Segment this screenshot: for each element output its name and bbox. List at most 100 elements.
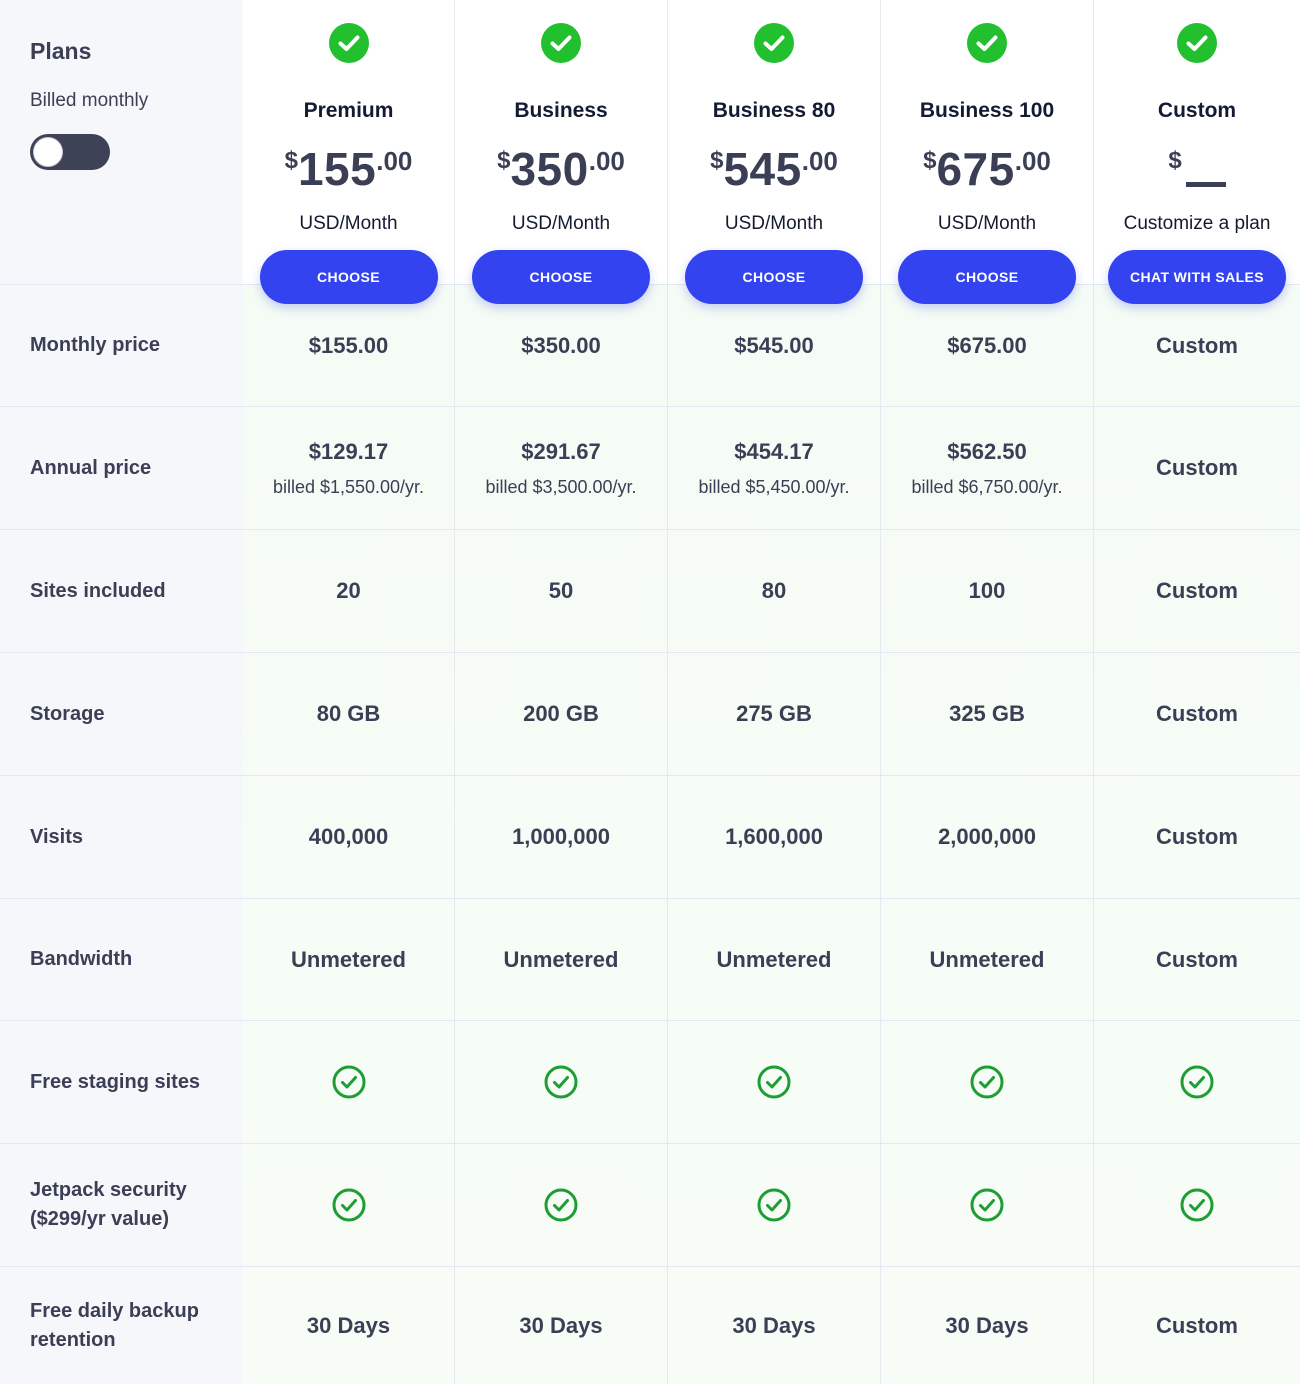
plan-name: Business [514,99,608,122]
cell-value: Unmetered [929,946,1045,972]
plan-header: Custom $ Customize a plan CHAT WITH SALES [1094,0,1300,304]
table-cell: 2,000,000 [881,776,1093,898]
cell-value: 80 [761,578,787,603]
price-currency: $ [710,147,724,174]
price-currency: $ [497,147,511,174]
cell-value: Custom [1156,332,1238,358]
price-currency: $ [923,147,937,174]
table-cell: Custom [1094,653,1300,775]
table-cell: Unmetered [668,899,880,1020]
check-circle-outline-icon [1180,1065,1214,1099]
table-cell [243,1021,454,1143]
price-amount: 155 [297,143,377,195]
cell-value: $291.67 [521,438,601,464]
cell-value: $562.50 [947,438,1027,464]
cell-subvalue: billed $5,450.00/yr. [698,476,850,497]
plan-price: $ [1094,142,1300,187]
table-cell: $350.00 [455,285,667,406]
cell-subvalue: billed $3,500.00/yr. [485,476,637,497]
table-cell: 30 Days [243,1267,454,1384]
check-circle-outline-icon [970,1188,1004,1222]
table-cell: Custom [1094,899,1300,1020]
cell-value: $129.17 [308,438,389,464]
row-label: Sites included [30,579,166,602]
price-decimals: .00 [1014,146,1051,176]
check-circle-outline-icon [1180,1188,1214,1222]
plan-header: Premium $155.00 USD/Month CHOOSE [243,0,454,304]
plan-price: $155.00 [243,142,454,196]
row-label: Annual price [30,456,152,479]
check-circle-outline-icon [544,1188,578,1222]
check-circle-icon [541,23,581,63]
plan-price: $545.00 [668,142,880,196]
table-cell: 400,000 [243,776,454,898]
row-label: Visits [30,825,83,848]
table-cell [243,1144,454,1266]
plan-name: Premium [303,99,394,122]
table-cell: 275 GB [668,653,880,775]
billing-toggle[interactable] [30,134,110,170]
cell-value: Unmetered [503,946,619,972]
check-circle-outline-icon [544,1065,578,1099]
cell-value: Custom [1156,1312,1238,1338]
check-circle-outline-icon [757,1065,791,1099]
cell-value: 400,000 [308,824,389,849]
cell-value: 30 Days [519,1312,603,1338]
table-cell [668,1021,880,1143]
table-cell: Custom [1094,1267,1300,1384]
cell-value: Custom [1156,701,1238,726]
table-cell: 50 [455,530,667,652]
row-label: Monthly price [30,334,161,356]
row-label: Storage [30,702,105,725]
pricing-table: Plans Billed monthly Premium $155.00 USD/M… [0,0,1300,1384]
table-cell: $562.50 billed $6,750.00/yr. [881,407,1093,529]
price-currency: $ [1168,147,1182,174]
table-cell: Custom [1094,407,1300,529]
price-amount: 545 [723,143,802,195]
cell-value: 20 [336,578,361,603]
billing-period-label: Billed monthly [30,90,149,111]
price-decimals: .00 [588,146,625,176]
plan-name: Business 80 [712,99,836,122]
table-cell [881,1144,1093,1266]
cell-value: $350.00 [521,332,601,358]
table-cell: 80 [668,530,880,652]
table-cell: $129.17 billed $1,550.00/yr. [243,407,454,529]
price-decimals: .00 [801,146,838,176]
table-cell: 20 [243,530,454,652]
plan-price: $675.00 [881,142,1093,196]
table-cell: 80 GB [243,653,454,775]
plan-header: Business $350.00 USD/Month CHOOSE [455,0,667,304]
plan-name: Custom [1157,99,1237,122]
cell-value: $545.00 [734,332,814,358]
price-amount: 675 [936,143,1015,195]
plan-billing-unit: USD/Month [511,213,611,234]
cell-value: Custom [1156,946,1238,972]
price-amount: 350 [510,143,589,195]
cell-value: Unmetered [716,946,832,972]
cell-value: 1,000,000 [512,824,610,849]
cell-subvalue: billed $1,550.00/yr. [272,476,425,497]
cell-value: 30 Days [732,1312,816,1338]
check-circle-icon [754,23,794,63]
table-cell [455,1144,667,1266]
cell-value: Unmetered [291,946,406,972]
table-cell [455,1021,667,1143]
cell-value: Custom [1156,455,1238,480]
table-cell: Custom [1094,530,1300,652]
plan-billing-unit: Customize a plan [1123,213,1271,234]
cell-value: Custom [1156,824,1238,849]
table-cell: Unmetered [881,899,1093,1020]
cell-value: 2,000,000 [938,824,1036,849]
cell-value: 1,600,000 [725,824,823,849]
row-label: Jetpack security ($299/yr value) [30,1179,187,1230]
table-cell: 30 Days [668,1267,880,1384]
check-circle-outline-icon [970,1065,1004,1099]
table-cell: 325 GB [881,653,1093,775]
plan-name: Business 100 [919,99,1055,122]
plan-billing-unit: USD/Month [937,213,1037,234]
plan-price: $350.00 [455,142,667,196]
price-decimals: .00 [376,146,413,176]
plan-billing-unit: USD/Month [299,213,398,234]
cell-subvalue: billed $6,750.00/yr. [911,476,1063,497]
